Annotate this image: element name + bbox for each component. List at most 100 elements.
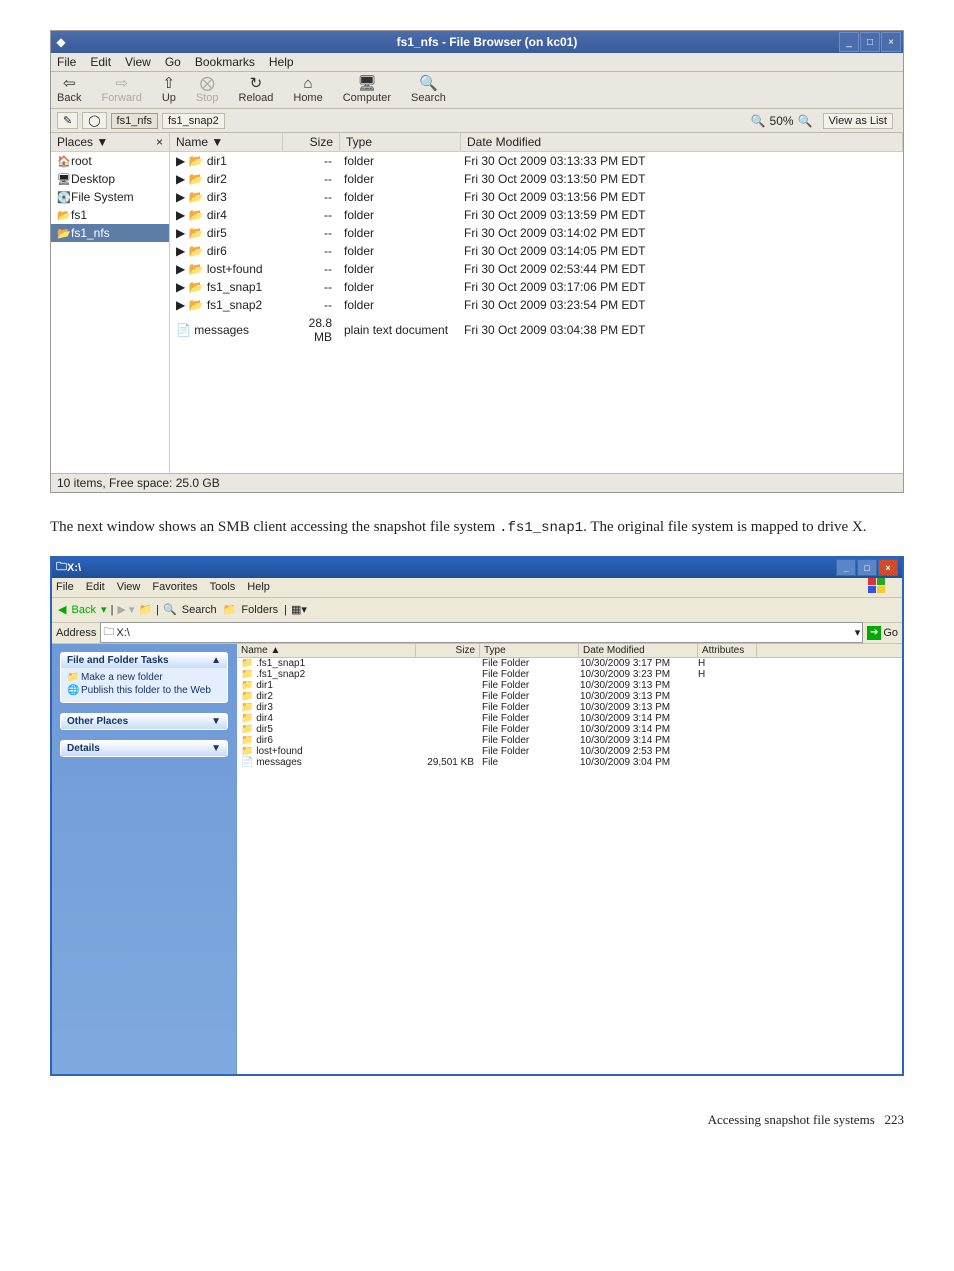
up-button[interactable]: 📁: [138, 603, 152, 616]
view-mode-select[interactable]: View as List: [823, 113, 894, 129]
menu-favorites[interactable]: Favorites: [152, 581, 197, 593]
file-row[interactable]: ▶ 📂 fs1_snap2--folderFri 30 Oct 2009 03:…: [170, 296, 903, 314]
file-row[interactable]: ▶ 📂 lost+found--folderFri 30 Oct 2009 02…: [170, 260, 903, 278]
address-field[interactable]: X:\: [114, 627, 854, 639]
file-row[interactable]: 📁 dir6File Folder10/30/2009 3:14 PM: [237, 735, 902, 746]
folder-icon: 📂: [189, 244, 204, 258]
file-row[interactable]: 📁 .fs1_snap2File Folder10/30/2009 3:23 P…: [237, 669, 902, 680]
back-button[interactable]: ◀ Back ▾: [58, 603, 107, 616]
folder-icon: 📁: [241, 735, 253, 746]
file-row[interactable]: 📁 dir2File Folder10/30/2009 3:13 PM: [237, 691, 902, 702]
edit-path-button[interactable]: ✎: [57, 112, 78, 129]
go-button[interactable]: ➔: [867, 626, 881, 640]
views-button[interactable]: ▦▾: [291, 603, 307, 616]
menu-edit[interactable]: Edit: [90, 55, 111, 69]
col-size[interactable]: Size: [283, 133, 340, 151]
file-row[interactable]: 📁 dir4File Folder10/30/2009 3:14 PM: [237, 713, 902, 724]
menu-view[interactable]: View: [125, 55, 151, 69]
minimize-button[interactable]: _: [836, 559, 856, 576]
file-row[interactable]: 📁 dir5File Folder10/30/2009 3:14 PM: [237, 724, 902, 735]
file-row[interactable]: ▶ 📂 dir1--folderFri 30 Oct 2009 03:13:33…: [170, 152, 903, 170]
col-name[interactable]: Name ▼: [170, 133, 283, 151]
windows-flag-icon: [868, 578, 886, 597]
home-button[interactable]: ⌂Home: [293, 76, 322, 104]
file-row[interactable]: 📁 .fs1_snap1File Folder10/30/2009 3:17 P…: [237, 658, 902, 669]
menu-edit[interactable]: Edit: [86, 581, 105, 593]
menu-bar: File Edit View Favorites Tools Help: [52, 578, 902, 598]
search-button[interactable]: 🔍Search: [411, 76, 446, 104]
menu-file[interactable]: File: [56, 581, 74, 593]
menu-help[interactable]: Help: [269, 55, 294, 69]
back-button[interactable]: ⇦Back: [57, 76, 81, 104]
expand-icon[interactable]: ▼: [211, 716, 221, 727]
col-type[interactable]: Type: [340, 133, 461, 151]
location-prefix[interactable]: ◯: [82, 112, 106, 129]
breadcrumb-fs1_snap2[interactable]: fs1_snap2: [162, 113, 225, 129]
collapse-icon[interactable]: ▲: [211, 655, 221, 666]
place-root[interactable]: 🏠root: [51, 152, 169, 170]
minimize-button[interactable]: _: [839, 32, 859, 52]
zoom-level: 50%: [770, 114, 794, 128]
menu-view[interactable]: View: [117, 581, 141, 593]
computer-button[interactable]: 🖥Computer: [343, 76, 391, 104]
folder-icon: 📂: [189, 154, 204, 168]
folder-icon: 📁: [241, 680, 253, 691]
menu-go[interactable]: Go: [165, 55, 181, 69]
maximize-button[interactable]: □: [857, 559, 877, 576]
file-row[interactable]: 📄 messages29,501 KBFile10/30/2009 3:04 P…: [237, 757, 902, 768]
col-size[interactable]: Size: [416, 644, 480, 657]
col-attributes[interactable]: Attributes: [698, 644, 757, 657]
close-places-icon[interactable]: ×: [156, 135, 163, 149]
forward-button[interactable]: ▶ ▾: [117, 603, 134, 616]
folder-icon: 📂: [189, 190, 204, 204]
task-link[interactable]: 🌐Publish this folder to the Web: [67, 685, 221, 696]
folder-icon: 📂: [189, 208, 204, 222]
address-icon: 🗀: [103, 623, 114, 642]
titlebar[interactable]: 🗀 X:\ _ □ ×: [52, 558, 902, 578]
col-date-modified[interactable]: Date Modified: [579, 644, 698, 657]
app-icon: ◆: [51, 35, 71, 49]
zoom-in-icon[interactable]: 🔍: [798, 114, 813, 128]
file-row[interactable]: ▶ 📂 dir6--folderFri 30 Oct 2009 03:14:05…: [170, 242, 903, 260]
file-row[interactable]: ▶ 📂 dir2--folderFri 30 Oct 2009 03:13:50…: [170, 170, 903, 188]
place-fs1[interactable]: 📂fs1: [51, 206, 169, 224]
menu-bookmarks[interactable]: Bookmarks: [195, 55, 255, 69]
maximize-button[interactable]: □: [860, 32, 880, 52]
file-row[interactable]: 📁 lost+foundFile Folder10/30/2009 2:53 P…: [237, 746, 902, 757]
file-row[interactable]: 📄 messages28.8 MBplain text documentFri …: [170, 314, 903, 346]
folder-icon: 📁: [241, 669, 253, 680]
up-button[interactable]: ⇧Up: [162, 76, 176, 104]
window-title: X:\: [67, 562, 835, 574]
col-type[interactable]: Type: [480, 644, 579, 657]
folder-icon: 📂: [189, 262, 204, 276]
close-button[interactable]: ×: [878, 559, 898, 576]
place-fs1-nfs[interactable]: 📂fs1_nfs: [51, 224, 169, 242]
place-file-system[interactable]: 💽File System: [51, 188, 169, 206]
task-link[interactable]: 📁Make a new folder: [67, 672, 221, 683]
expand-icon[interactable]: ▼: [211, 743, 221, 754]
place-desktop[interactable]: 🖥Desktop: [51, 170, 169, 188]
file-row[interactable]: ▶ 📂 dir3--folderFri 30 Oct 2009 03:13:56…: [170, 188, 903, 206]
file-row[interactable]: ▶ 📂 fs1_snap1--folderFri 30 Oct 2009 03:…: [170, 278, 903, 296]
folders-button[interactable]: 📁 Folders: [223, 603, 280, 616]
breadcrumb-fs1_nfs[interactable]: fs1_nfs: [111, 113, 158, 129]
zoom-out-icon[interactable]: 🔍: [751, 114, 766, 128]
menu-help[interactable]: Help: [247, 581, 270, 593]
search-button[interactable]: 🔍 Search: [163, 603, 219, 616]
menu-file[interactable]: File: [57, 55, 76, 69]
menu-tools[interactable]: Tools: [210, 581, 236, 593]
code-snapshot-name: .fs1_snap1: [499, 520, 583, 536]
gnome-file-browser-window: ◆ fs1_nfs - File Browser (on kc01) _ □ ×…: [50, 30, 904, 493]
folder-icon: 📂: [189, 172, 204, 186]
file-row[interactable]: ▶ 📂 dir5--folderFri 30 Oct 2009 03:14:02…: [170, 224, 903, 242]
places-header[interactable]: Places ▼ ×: [51, 133, 169, 152]
close-button[interactable]: ×: [881, 32, 901, 52]
file-row[interactable]: ▶ 📂 dir4--folderFri 30 Oct 2009 03:13:59…: [170, 206, 903, 224]
folder-icon: 📁: [241, 724, 253, 735]
file-row[interactable]: 📁 dir1File Folder10/30/2009 3:13 PM: [237, 680, 902, 691]
file-row[interactable]: 📁 dir3File Folder10/30/2009 3:13 PM: [237, 702, 902, 713]
reload-button[interactable]: ↻Reload: [239, 76, 274, 104]
titlebar[interactable]: ◆ fs1_nfs - File Browser (on kc01) _ □ ×: [51, 31, 903, 53]
col-date-modified[interactable]: Date Modified: [461, 133, 903, 151]
col-name[interactable]: Name ▲: [237, 644, 416, 657]
